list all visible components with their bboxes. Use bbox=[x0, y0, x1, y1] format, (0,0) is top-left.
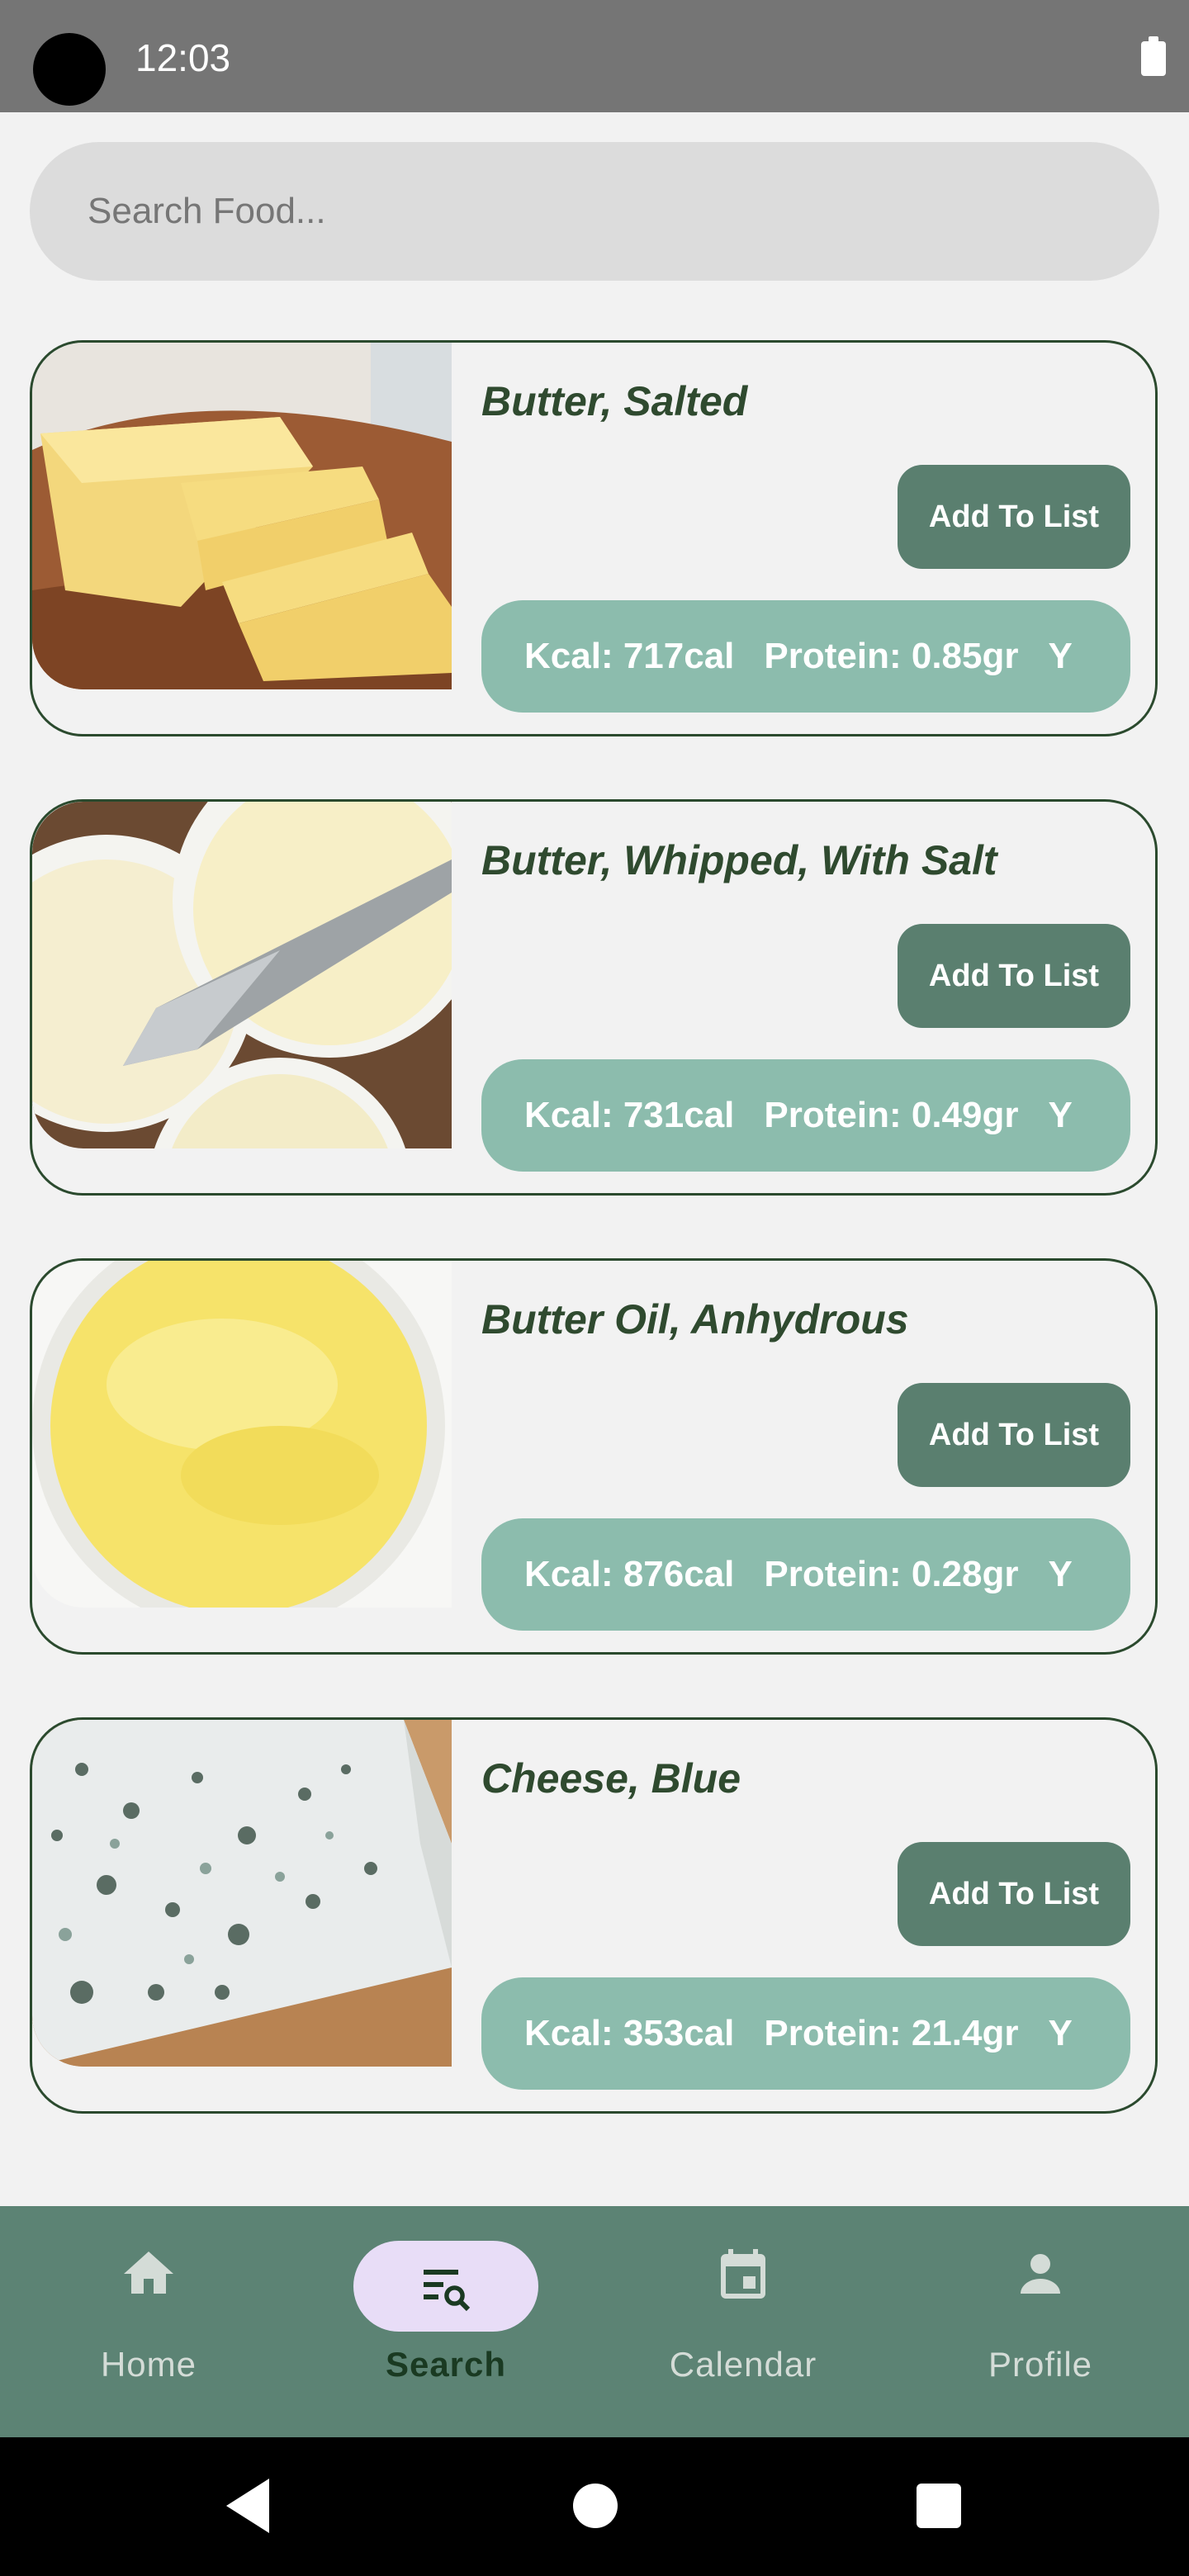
truncated-nutrient: Y bbox=[1048, 1095, 1073, 1135]
bottom-navigation: Home Search Calendar Profile bbox=[0, 2206, 1189, 2437]
status-bar: 12:03 bbox=[0, 0, 1189, 112]
food-card: Butter, Salted Add To List Kcal: 717cal … bbox=[30, 340, 1158, 736]
nav-home[interactable]: Home bbox=[0, 2206, 297, 2437]
food-card: Butter Oil, Anhydrous Add To List Kcal: … bbox=[30, 1258, 1158, 1655]
kcal-value: Kcal: 353cal bbox=[524, 2013, 735, 2053]
nav-profile-label: Profile bbox=[988, 2345, 1093, 2384]
protein-value: Protein: 0.49gr bbox=[764, 1095, 1019, 1135]
food-image-cheese-blue bbox=[32, 1720, 452, 2067]
food-name: Cheese, Blue bbox=[481, 1755, 741, 1802]
nutrition-summary[interactable]: Kcal: 717cal Protein: 0.85gr Y bbox=[481, 600, 1130, 713]
nav-home-label: Home bbox=[100, 2345, 197, 2384]
nutrition-summary[interactable]: Kcal: 731cal Protein: 0.49gr Y bbox=[481, 1059, 1130, 1172]
nav-calendar-label: Calendar bbox=[669, 2345, 817, 2384]
kcal-value: Kcal: 876cal bbox=[524, 1554, 735, 1594]
food-image-butter-salted bbox=[32, 343, 452, 689]
food-name: Butter, Whipped, With Salt bbox=[481, 837, 997, 883]
food-card: Cheese, Blue Add To List Kcal: 353cal Pr… bbox=[30, 1717, 1158, 2114]
protein-value: Protein: 21.4gr bbox=[764, 2013, 1019, 2053]
truncated-nutrient: Y bbox=[1048, 636, 1073, 676]
home-circle-icon[interactable] bbox=[573, 2484, 618, 2528]
protein-value: Protein: 0.28gr bbox=[764, 1554, 1019, 1594]
profile-icon bbox=[1021, 2254, 1060, 2294]
camera-cutout bbox=[33, 33, 106, 106]
nav-calendar[interactable]: Calendar bbox=[594, 2206, 892, 2437]
nav-search-label: Search bbox=[385, 2345, 507, 2384]
protein-value: Protein: 0.85gr bbox=[764, 636, 1019, 676]
nutrition-summary[interactable]: Kcal: 876cal Protein: 0.28gr Y bbox=[481, 1518, 1130, 1631]
add-to-list-button[interactable]: Add To List bbox=[898, 1842, 1130, 1946]
add-to-list-button[interactable]: Add To List bbox=[898, 1383, 1130, 1487]
calendar-icon bbox=[721, 2249, 765, 2299]
food-image-butter-oil bbox=[32, 1261, 452, 1608]
nav-profile[interactable]: Profile bbox=[892, 2206, 1189, 2437]
battery-icon bbox=[1141, 36, 1166, 76]
back-icon[interactable] bbox=[223, 2469, 272, 2543]
truncated-nutrient: Y bbox=[1048, 2013, 1073, 2053]
kcal-value: Kcal: 731cal bbox=[524, 1095, 735, 1135]
status-time: 12:03 bbox=[135, 36, 231, 79]
food-card: Butter, Whipped, With Salt Add To List K… bbox=[30, 799, 1158, 1196]
home-icon bbox=[124, 2252, 173, 2294]
food-name: Butter Oil, Anhydrous bbox=[481, 1296, 909, 1342]
recents-square-icon[interactable] bbox=[917, 2484, 961, 2528]
kcal-value: Kcal: 717cal bbox=[524, 636, 735, 676]
food-image-butter-whipped bbox=[32, 802, 452, 1148]
food-name: Butter, Salted bbox=[481, 378, 748, 424]
search-list-icon bbox=[424, 2270, 471, 2312]
add-to-list-button[interactable]: Add To List bbox=[898, 924, 1130, 1028]
truncated-nutrient: Y bbox=[1048, 1554, 1073, 1594]
nav-search[interactable]: Search bbox=[297, 2206, 594, 2437]
search-input[interactable] bbox=[30, 142, 1159, 281]
nutrition-summary[interactable]: Kcal: 353cal Protein: 21.4gr Y bbox=[481, 1977, 1130, 2090]
system-navigation-bar bbox=[0, 2437, 1189, 2576]
add-to-list-button[interactable]: Add To List bbox=[898, 465, 1130, 569]
